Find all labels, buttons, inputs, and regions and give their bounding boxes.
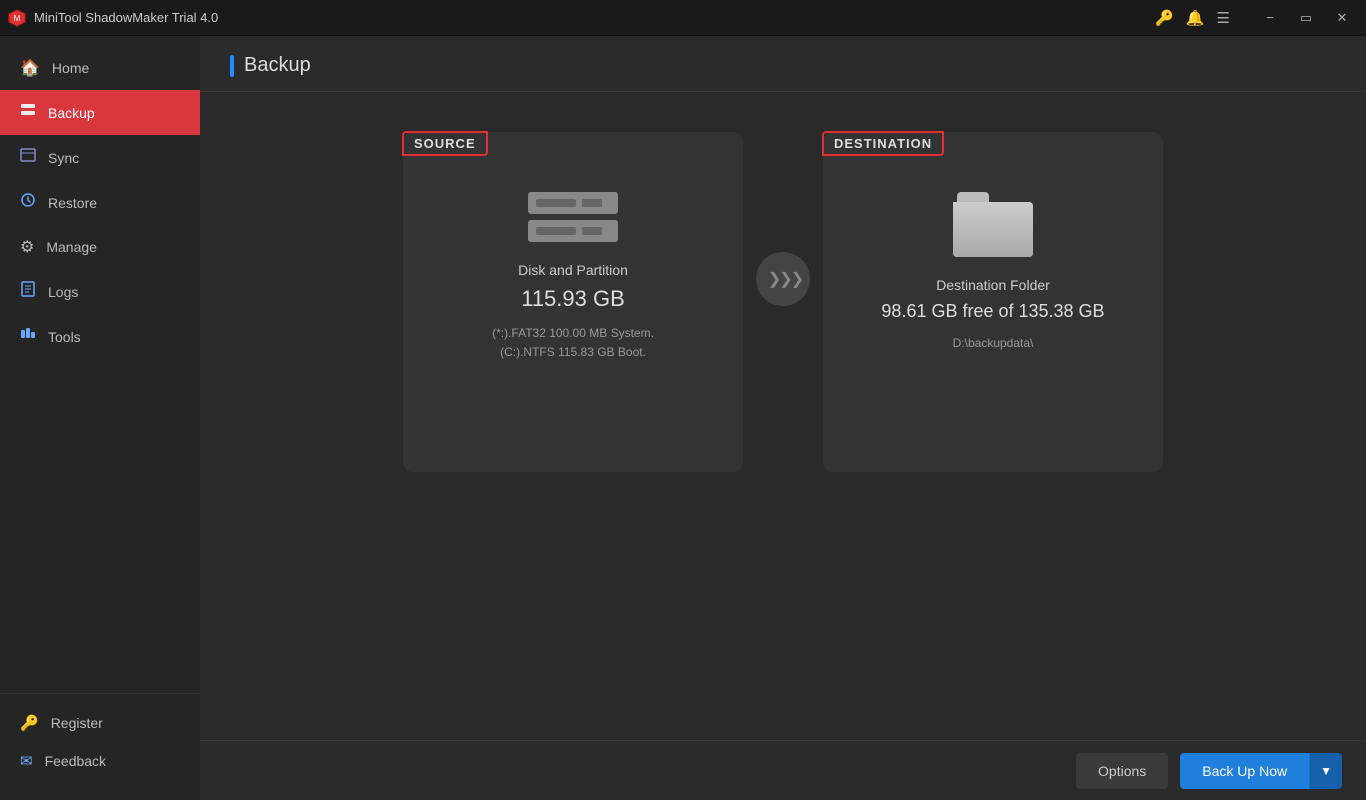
- sidebar-item-backup[interactable]: Backup: [0, 90, 200, 135]
- source-icon-area: [528, 192, 618, 242]
- source-label: SOURCE: [402, 131, 488, 156]
- header-accent-bar: [230, 55, 234, 77]
- disk-bar-bottom: [528, 220, 618, 242]
- menu-icon[interactable]: ☰: [1217, 9, 1230, 27]
- backup-dropdown-button[interactable]: ▼: [1309, 753, 1342, 789]
- bottom-bar: Options Back Up Now ▼: [200, 740, 1366, 800]
- home-icon: 🏠: [20, 58, 40, 78]
- folder-icon: [953, 192, 1033, 257]
- destination-icon-area: [953, 192, 1033, 257]
- sidebar-label-restore: Restore: [48, 195, 97, 211]
- backup-area: SOURCE Disk and Partition: [200, 92, 1366, 740]
- sidebar-bottom: 🔑 Register ✉ Feedback: [0, 693, 200, 800]
- sidebar-item-sync[interactable]: Sync: [0, 135, 200, 180]
- titlebar-icons: 🔑 🔔 ☰: [1155, 9, 1230, 27]
- sidebar-item-logs[interactable]: Logs: [0, 269, 200, 314]
- source-card[interactable]: SOURCE Disk and Partition: [403, 132, 743, 472]
- sidebar-label-register: Register: [51, 715, 103, 731]
- feedback-mail-icon: ✉: [20, 752, 33, 770]
- titlebar-left: M MiniTool ShadowMaker Trial 4.0: [8, 9, 218, 27]
- source-detail: (*:).FAT32 100.00 MB System. (C:).NTFS 1…: [492, 324, 654, 362]
- minimize-button[interactable]: −: [1254, 4, 1286, 32]
- sidebar-item-restore[interactable]: Restore: [0, 180, 200, 225]
- dropdown-arrow-icon: ▼: [1320, 764, 1332, 778]
- destination-card[interactable]: DESTINATION Destination Folder 98.61 GB …: [823, 132, 1163, 472]
- source-detail-line2: (C:).NTFS 115.83 GB Boot.: [500, 345, 646, 359]
- close-button[interactable]: ✕: [1326, 4, 1358, 32]
- arrow-chevrons: ❯❯❯: [768, 269, 802, 289]
- register-key-icon: 🔑: [20, 714, 39, 732]
- source-detail-line1: (*:).FAT32 100.00 MB System.: [492, 326, 654, 340]
- app-title: MiniTool ShadowMaker Trial 4.0: [34, 10, 218, 25]
- source-size: 115.93 GB: [521, 286, 625, 312]
- disk-bar-top: [528, 192, 618, 214]
- sidebar-item-manage[interactable]: ⚙ Manage: [0, 225, 200, 269]
- bell-icon[interactable]: 🔔: [1186, 9, 1205, 27]
- destination-description: Destination Folder: [936, 277, 1050, 293]
- sidebar-item-tools[interactable]: Tools: [0, 314, 200, 359]
- sidebar-item-register[interactable]: 🔑 Register: [0, 704, 200, 742]
- options-button[interactable]: Options: [1076, 753, 1168, 789]
- sidebar-label-logs: Logs: [48, 284, 78, 300]
- window-controls: − ▭ ✕: [1254, 4, 1358, 32]
- main-content: Backup SOURCE: [200, 36, 1366, 800]
- sidebar: 🏠 Home Backup S: [0, 36, 200, 800]
- sidebar-label-home: Home: [52, 60, 89, 76]
- sidebar-item-feedback[interactable]: ✉ Feedback: [0, 742, 200, 780]
- sidebar-nav: 🏠 Home Backup S: [0, 36, 200, 693]
- titlebar: M MiniTool ShadowMaker Trial 4.0 🔑 🔔 ☰ −…: [0, 0, 1366, 36]
- tools-icon: [20, 326, 36, 347]
- manage-icon: ⚙: [20, 237, 34, 257]
- key-icon[interactable]: 🔑: [1155, 9, 1174, 27]
- page-header: Backup: [200, 36, 1366, 92]
- app-logo-icon: M: [8, 9, 26, 27]
- sidebar-label-sync: Sync: [48, 150, 79, 166]
- arrow-middle: ❯❯❯: [743, 252, 823, 306]
- sync-icon: [20, 147, 36, 168]
- app-body: 🏠 Home Backup S: [0, 36, 1366, 800]
- logs-icon: [20, 281, 36, 302]
- backup-button-group: Back Up Now ▼: [1180, 753, 1342, 789]
- sidebar-label-tools: Tools: [48, 329, 81, 345]
- restore-button[interactable]: ▭: [1290, 4, 1322, 32]
- backup-now-button[interactable]: Back Up Now: [1180, 753, 1309, 789]
- source-description: Disk and Partition: [518, 262, 628, 278]
- backup-icon: [20, 102, 36, 123]
- destination-path: D:\backupdata\: [953, 334, 1034, 353]
- sidebar-label-feedback: Feedback: [45, 753, 106, 769]
- restore-icon: [20, 192, 36, 213]
- destination-size: 98.61 GB free of 135.38 GB: [881, 301, 1104, 322]
- sidebar-label-manage: Manage: [46, 239, 97, 255]
- destination-label: DESTINATION: [822, 131, 944, 156]
- svg-text:M: M: [14, 14, 21, 23]
- page-title: Backup: [244, 54, 311, 77]
- arrow-icon: ❯❯❯: [756, 252, 810, 306]
- disk-icon: [528, 192, 618, 242]
- folder-body: [953, 202, 1033, 257]
- sidebar-label-backup: Backup: [48, 105, 95, 121]
- sidebar-item-home[interactable]: 🏠 Home: [0, 46, 200, 90]
